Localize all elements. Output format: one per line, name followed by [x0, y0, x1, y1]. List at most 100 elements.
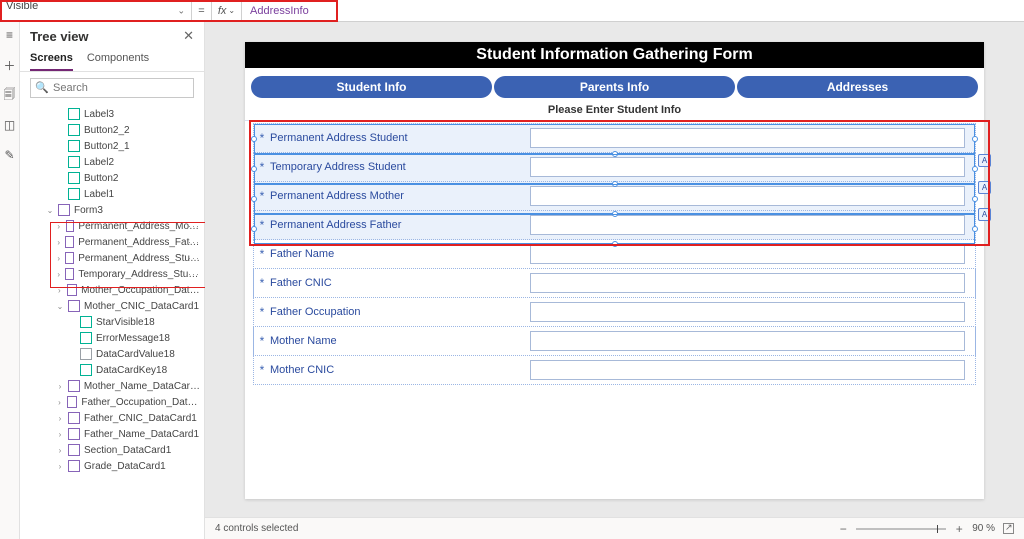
- fx-label[interactable]: fx⌄: [212, 0, 242, 21]
- search-input[interactable]: [30, 78, 194, 98]
- required-star: *: [254, 305, 270, 319]
- tree-item[interactable]: Button2_1: [20, 138, 204, 154]
- field-input[interactable]: [530, 273, 965, 293]
- expander-icon[interactable]: ›: [56, 238, 61, 247]
- zoom-in-button[interactable]: +: [954, 522, 964, 536]
- tree-item[interactable]: Label3: [20, 106, 204, 122]
- field-input[interactable]: [530, 302, 965, 322]
- tab-student-info[interactable]: Student Info: [251, 76, 492, 98]
- tree-item[interactable]: StarVisible18: [20, 314, 204, 330]
- form-field-row[interactable]: *Father Name: [253, 239, 976, 269]
- tree-item[interactable]: Label2: [20, 154, 204, 170]
- control-icon: [66, 220, 75, 232]
- data-icon[interactable]: 🗐: [3, 88, 17, 102]
- tree-item[interactable]: Button2: [20, 170, 204, 186]
- zoom-out-button[interactable]: −: [838, 522, 848, 536]
- tree-item-label: ErrorMessage18: [96, 333, 170, 344]
- tab-parents-info[interactable]: Parents Info: [494, 76, 735, 98]
- field-input[interactable]: [530, 157, 965, 177]
- field-input[interactable]: [530, 360, 965, 380]
- more-icon[interactable]: ···: [188, 237, 200, 247]
- field-input[interactable]: [530, 331, 965, 351]
- tree-item[interactable]: ⌄Form3: [20, 202, 204, 218]
- tree-item[interactable]: Button2_2: [20, 122, 204, 138]
- expander-icon[interactable]: ›: [56, 254, 61, 263]
- insert-icon[interactable]: ＋: [3, 58, 17, 72]
- tree-item[interactable]: ›Father_CNIC_DataCard1: [20, 410, 204, 426]
- expander-icon[interactable]: ›: [56, 414, 64, 423]
- expander-icon[interactable]: ›: [56, 430, 64, 439]
- media-icon[interactable]: ◫: [3, 118, 17, 132]
- control-icon: [67, 284, 77, 296]
- equals-label: =: [192, 0, 212, 21]
- expander-icon[interactable]: ›: [56, 398, 63, 407]
- expander-icon[interactable]: ›: [56, 462, 64, 471]
- field-label: Permanent Address Mother: [270, 190, 530, 202]
- expander-icon[interactable]: ›: [56, 286, 63, 295]
- tree-item[interactable]: Label1: [20, 186, 204, 202]
- close-icon[interactable]: ✕: [183, 28, 194, 44]
- formula-input[interactable]: AddressInfo: [242, 0, 1024, 21]
- field-input[interactable]: [530, 128, 965, 148]
- zoom-value: 90 %: [972, 523, 995, 534]
- zoom-control: − + 90 %: [838, 522, 1014, 536]
- control-icon: [80, 348, 92, 360]
- tree-item-label: Father_Occupation_DataCard1: [81, 397, 200, 408]
- tree-item[interactable]: ›Permanent_Address_Father_DataCard1···: [20, 234, 204, 250]
- sub-header: Please Enter Student Info: [245, 102, 984, 121]
- tab-addresses[interactable]: Addresses: [737, 76, 978, 98]
- property-dropdown[interactable]: Visible ⌄: [0, 0, 192, 21]
- tree-item[interactable]: ›Section_DataCard1: [20, 442, 204, 458]
- expander-icon[interactable]: ›: [56, 222, 62, 231]
- expander-icon[interactable]: ›: [56, 270, 61, 279]
- tree-item-label: DataCardValue18: [96, 349, 175, 360]
- tree-item[interactable]: › Mother_Occupation_DataCard1: [20, 282, 204, 298]
- field-label: Mother Name: [270, 335, 530, 347]
- form-field-row[interactable]: *Mother Name: [253, 326, 976, 356]
- form-field-row[interactable]: *Temporary Address Student: [253, 152, 976, 182]
- form-container[interactable]: *Permanent Address Student*Temporary Add…: [253, 123, 976, 385]
- field-label: Father CNIC: [270, 277, 530, 289]
- form-field-row[interactable]: *Permanent Address Student: [253, 123, 976, 153]
- field-input[interactable]: [530, 244, 965, 264]
- form-field-row[interactable]: *Father CNIC: [253, 268, 976, 298]
- more-icon[interactable]: ···: [188, 269, 200, 279]
- form-field-row[interactable]: *Mother CNIC: [253, 355, 976, 385]
- control-icon: [68, 124, 80, 136]
- expander-icon[interactable]: ⌄: [46, 206, 54, 215]
- form-field-row[interactable]: *Permanent Address Father: [253, 210, 976, 240]
- field-input[interactable]: [530, 215, 965, 235]
- tab-components[interactable]: Components: [87, 46, 149, 71]
- tree-item[interactable]: › Father_Occupation_DataCard1: [20, 394, 204, 410]
- expander-icon[interactable]: ›: [56, 382, 64, 391]
- field-input[interactable]: [530, 186, 965, 206]
- tree-item[interactable]: ›Mother_Name_DataCard1: [20, 378, 204, 394]
- form-field-row[interactable]: *Permanent Address Mother: [253, 181, 976, 211]
- required-star: *: [254, 160, 270, 174]
- tree-item[interactable]: ›Grade_DataCard1: [20, 458, 204, 474]
- tree-item[interactable]: ›Permanent_Address_Mother_DataCard···: [20, 218, 204, 234]
- expander-icon[interactable]: ⌄: [56, 302, 64, 311]
- tree-item[interactable]: › Father_Name_DataCard1: [20, 426, 204, 442]
- tree-item-label: Mother_Occupation_DataCard1: [81, 285, 200, 296]
- fullscreen-icon[interactable]: [1003, 523, 1014, 534]
- tree-item[interactable]: DataCardValue18: [20, 346, 204, 362]
- tree-view-icon[interactable]: ≡: [3, 28, 17, 42]
- form-field-row[interactable]: *Father Occupation: [253, 297, 976, 327]
- tree-item[interactable]: ⌄Mother_CNIC_DataCard1: [20, 298, 204, 314]
- more-icon[interactable]: ···: [188, 253, 200, 263]
- tree-item-label: Father_Name_DataCard1: [84, 429, 199, 440]
- field-label: Permanent Address Father: [270, 219, 530, 231]
- tree-item[interactable]: ›Permanent_Address_Student_DataCard···: [20, 250, 204, 266]
- tree-item-label: Button2: [84, 173, 118, 184]
- expander-icon[interactable]: ›: [56, 446, 64, 455]
- control-icon: [67, 396, 78, 408]
- tree-tabs: Screens Components: [20, 46, 204, 72]
- more-icon[interactable]: ···: [188, 221, 200, 231]
- tree-item[interactable]: ErrorMessage18: [20, 330, 204, 346]
- tab-screens[interactable]: Screens: [30, 46, 73, 71]
- zoom-slider[interactable]: [856, 528, 946, 530]
- tree-item[interactable]: DataCardKey18: [20, 362, 204, 378]
- tools-icon[interactable]: ✎: [3, 148, 17, 162]
- tree-item[interactable]: ›Temporary_Address_Student_DataCard···: [20, 266, 204, 282]
